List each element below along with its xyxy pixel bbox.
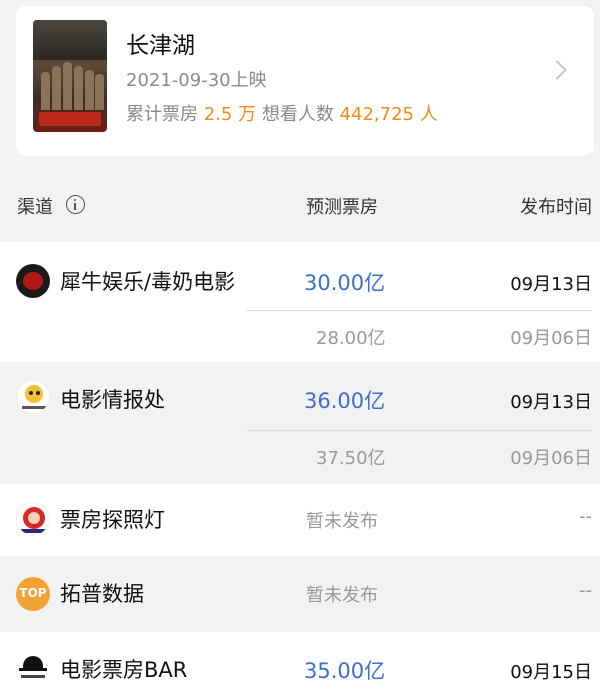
forecast-value-previous: 37.50亿 xyxy=(316,448,386,469)
chevron-right-icon[interactable] xyxy=(547,60,567,80)
release-date: 2021-09-30上映 xyxy=(126,70,267,91)
channel-name: 电影票房BAR xyxy=(60,658,188,682)
info-icon[interactable] xyxy=(66,195,85,214)
header-time: 发布时间 xyxy=(520,197,592,218)
bar-logo-icon xyxy=(16,650,50,684)
movie-poster xyxy=(33,20,107,132)
publish-date: 09月15日 xyxy=(510,662,592,683)
publish-date: 09月13日 xyxy=(510,392,592,413)
channel-row: TOP 拓普数据 暂未发布 -- xyxy=(0,556,600,632)
want-to-see-value: 442,725 人 xyxy=(339,104,438,125)
box-office-label: 累计票房 xyxy=(126,104,198,125)
xiniu-logo-icon xyxy=(16,264,50,298)
header-channel: 渠道 xyxy=(17,197,53,218)
forecast-status: 暂未发布 xyxy=(306,511,378,532)
top-logo-icon: TOP xyxy=(16,577,50,611)
box-office-value: 2.5 万 xyxy=(203,104,257,125)
channel-name: 犀牛娱乐/毒奶电影 xyxy=(60,270,236,294)
forecast-value-previous: 28.00亿 xyxy=(316,328,386,349)
publish-date: 09月13日 xyxy=(510,274,592,295)
header-forecast: 预测票房 xyxy=(306,197,378,218)
channel-name: 电影情报处 xyxy=(60,388,165,412)
publish-date: -- xyxy=(579,506,592,527)
channel-row: 电影票房BAR 35.00亿 09月15日 xyxy=(0,632,600,700)
channel-name: 拓普数据 xyxy=(60,582,144,606)
movie-stats: 累计票房 2.5 万 想看人数 442,725 人 xyxy=(126,100,438,126)
publish-date: -- xyxy=(579,580,592,601)
publish-date-previous: 09月06日 xyxy=(510,328,592,349)
publish-date-previous: 09月06日 xyxy=(510,448,592,469)
qingbaochu-logo-icon xyxy=(16,380,50,414)
channel-row: 电影情报处 36.00亿 09月13日 37.50亿 09月06日 xyxy=(0,362,600,484)
divider xyxy=(246,310,592,311)
want-to-see-label: 想看人数 xyxy=(261,104,334,125)
movie-title: 长津湖 xyxy=(126,33,195,59)
table-header: 渠道 预测票房 发布时间 xyxy=(0,166,600,242)
forecast-value: 35.00亿 xyxy=(304,659,386,683)
channel-row: 票房探照灯 暂未发布 -- xyxy=(0,484,600,556)
forecast-value: 30.00亿 xyxy=(304,271,386,295)
channel-row: 犀牛娱乐/毒奶电影 30.00亿 09月13日 28.00亿 09月06日 xyxy=(0,242,600,362)
forecast-status: 暂未发布 xyxy=(306,585,378,606)
channel-name: 票房探照灯 xyxy=(60,508,165,532)
divider xyxy=(246,430,592,431)
tanzhaodeng-logo-icon xyxy=(16,502,50,536)
forecast-value: 36.00亿 xyxy=(304,389,386,413)
movie-card[interactable]: 长津湖 2021-09-30上映 累计票房 2.5 万 想看人数 442,725… xyxy=(16,6,594,156)
